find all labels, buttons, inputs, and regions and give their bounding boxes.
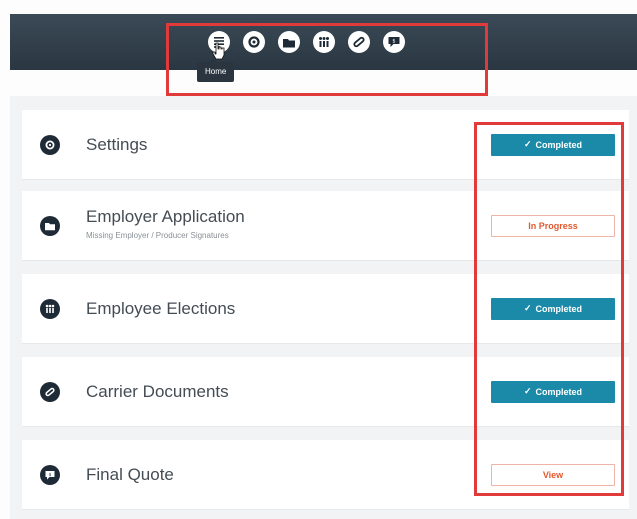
gear-icon [40, 134, 60, 155]
step-title: Employee Elections [86, 298, 236, 318]
nav-highlight-box [166, 23, 488, 96]
paperclip-icon [40, 381, 60, 402]
folder-icon [40, 215, 60, 236]
step-title: Employer Application [86, 207, 245, 226]
people-icon [40, 298, 60, 319]
status-highlight-box [474, 122, 624, 496]
step-title: Final Quote [86, 464, 174, 484]
step-title: Carrier Documents [86, 381, 229, 401]
svg-text:$: $ [49, 471, 52, 477]
dollar-chat-icon: $ [40, 464, 60, 485]
step-subtitle: Missing Employer / Producer Signatures [86, 231, 229, 240]
step-title: Settings [86, 134, 148, 154]
